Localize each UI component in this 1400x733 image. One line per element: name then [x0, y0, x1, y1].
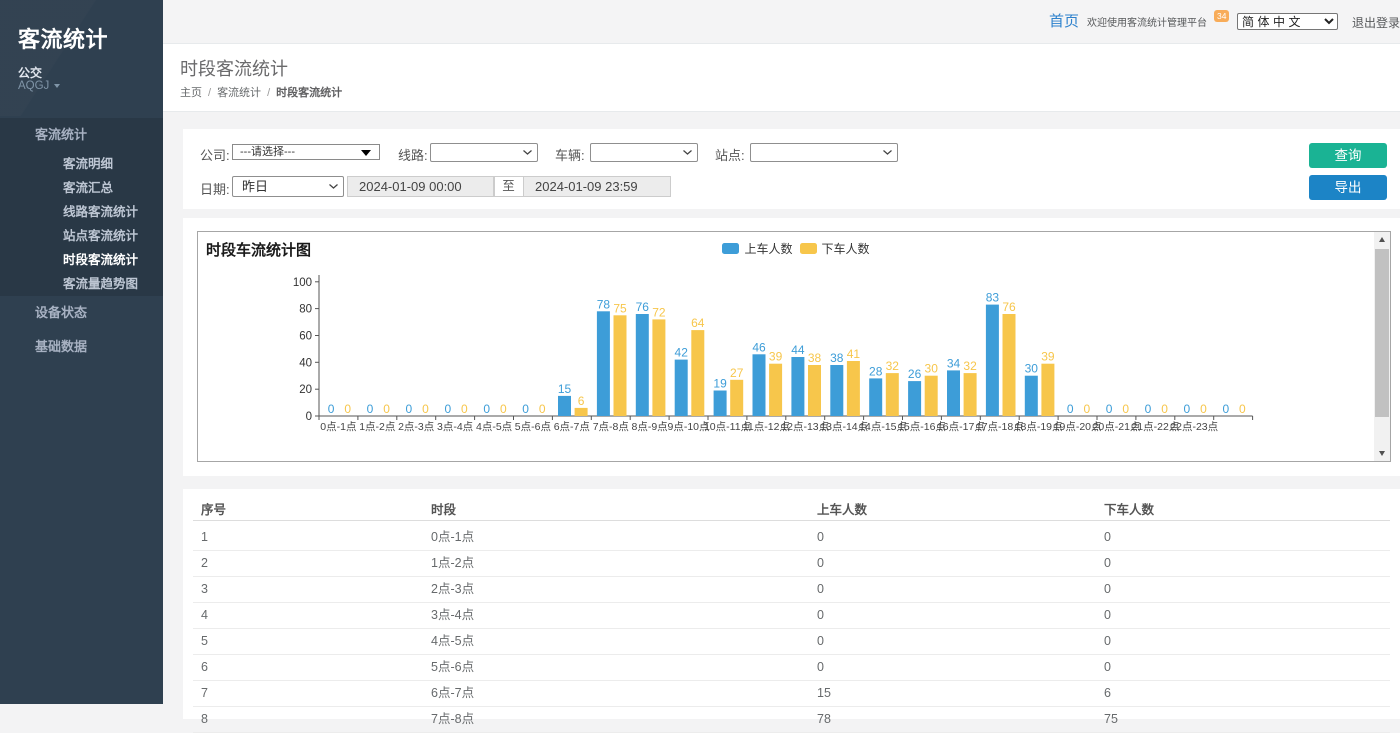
- svg-text:32: 32: [886, 359, 900, 373]
- svg-text:78: 78: [597, 297, 611, 311]
- svg-text:0: 0: [1083, 402, 1090, 416]
- svg-text:7点-8点: 7点-8点: [593, 421, 629, 433]
- svg-text:28: 28: [869, 364, 883, 378]
- svg-text:60: 60: [299, 331, 312, 343]
- svg-text:0: 0: [422, 402, 429, 416]
- svg-text:0: 0: [328, 402, 335, 416]
- svg-text:0: 0: [444, 402, 451, 416]
- svg-text:39: 39: [1041, 350, 1055, 364]
- svg-text:6点-7点: 6点-7点: [554, 421, 590, 433]
- svg-text:44: 44: [791, 343, 805, 357]
- svg-text:38: 38: [808, 351, 822, 365]
- svg-text:30: 30: [925, 362, 939, 376]
- svg-text:0点-1点: 0点-1点: [320, 421, 356, 433]
- svg-text:6: 6: [578, 394, 585, 408]
- svg-text:19: 19: [713, 377, 727, 391]
- svg-text:0: 0: [367, 402, 374, 416]
- svg-text:27: 27: [730, 366, 744, 380]
- svg-text:26: 26: [908, 367, 922, 381]
- svg-text:0: 0: [461, 402, 468, 416]
- svg-text:0: 0: [522, 402, 529, 416]
- svg-text:46: 46: [752, 340, 766, 354]
- svg-text:76: 76: [636, 300, 650, 314]
- svg-text:42: 42: [675, 346, 689, 360]
- svg-text:0: 0: [1200, 402, 1207, 416]
- svg-text:39: 39: [769, 350, 783, 364]
- svg-text:3点-4点: 3点-4点: [437, 421, 473, 433]
- svg-text:64: 64: [691, 316, 705, 330]
- svg-text:0: 0: [406, 402, 413, 416]
- svg-text:20: 20: [299, 384, 312, 396]
- svg-text:1点-2点: 1点-2点: [359, 421, 395, 433]
- svg-text:80: 80: [299, 304, 312, 316]
- svg-text:0: 0: [1067, 402, 1074, 416]
- svg-text:0: 0: [1161, 402, 1168, 416]
- svg-text:15: 15: [558, 382, 572, 396]
- svg-text:32: 32: [963, 359, 977, 373]
- svg-text:0: 0: [1145, 402, 1152, 416]
- svg-text:72: 72: [652, 305, 666, 319]
- svg-text:0: 0: [383, 402, 390, 416]
- svg-text:2点-3点: 2点-3点: [398, 421, 434, 433]
- svg-text:100: 100: [293, 277, 312, 289]
- svg-text:4点-5点: 4点-5点: [476, 421, 512, 433]
- svg-text:8点-9点: 8点-9点: [632, 421, 668, 433]
- svg-text:83: 83: [986, 291, 1000, 305]
- svg-text:0: 0: [1239, 402, 1246, 416]
- svg-text:41: 41: [847, 347, 861, 361]
- svg-text:0: 0: [483, 402, 490, 416]
- svg-text:34: 34: [947, 356, 961, 370]
- svg-text:38: 38: [830, 351, 844, 365]
- svg-text:0: 0: [500, 402, 507, 416]
- svg-text:0: 0: [1184, 402, 1191, 416]
- svg-text:76: 76: [1002, 300, 1016, 314]
- svg-text:30: 30: [1025, 362, 1039, 376]
- svg-text:40: 40: [299, 357, 312, 369]
- svg-text:75: 75: [613, 301, 627, 315]
- svg-text:0: 0: [306, 411, 312, 423]
- svg-text:0: 0: [1222, 402, 1229, 416]
- svg-text:5点-6点: 5点-6点: [515, 421, 551, 433]
- svg-text:22点-23点: 22点-23点: [1170, 421, 1218, 433]
- svg-text:0: 0: [1106, 402, 1113, 416]
- svg-text:0: 0: [344, 402, 351, 416]
- svg-text:0: 0: [539, 402, 546, 416]
- svg-text:0: 0: [1122, 402, 1129, 416]
